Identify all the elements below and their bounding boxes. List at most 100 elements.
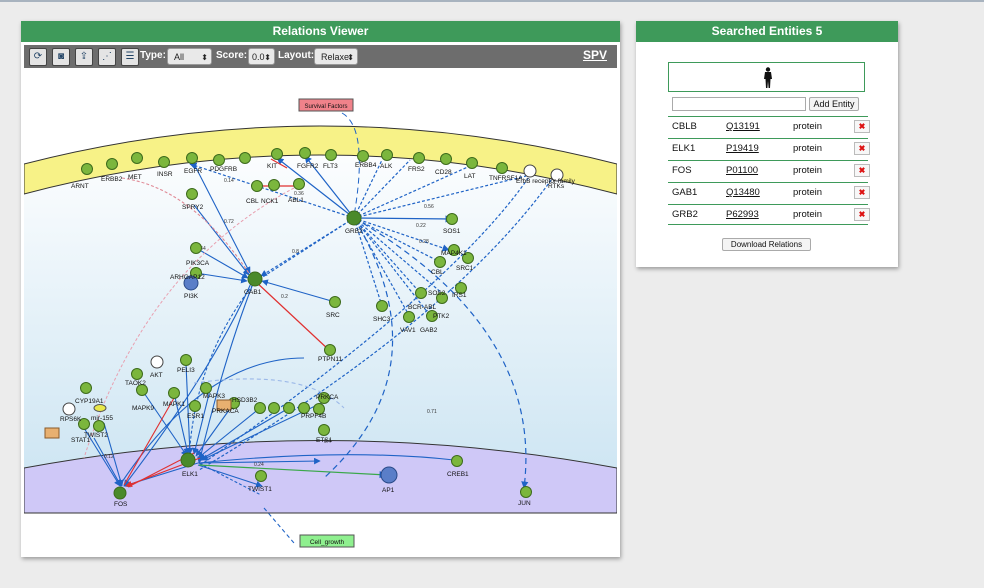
export-icon[interactable]: ⇪ — [75, 48, 93, 66]
twist1-node — [255, 470, 267, 482]
camera-icon[interactable]: ◙ — [52, 48, 70, 66]
svg-text:mir-155: mir-155 — [91, 415, 113, 422]
person-icon — [764, 67, 772, 88]
delete-icon[interactable]: ✖ — [854, 208, 870, 221]
svg-text:0.72: 0.72 — [224, 219, 234, 225]
fos-node — [113, 486, 127, 500]
svg-text:0.8: 0.8 — [292, 249, 299, 255]
svg-text:HSD3B2: HSD3B2 — [232, 397, 258, 404]
sos2-node — [415, 287, 427, 299]
cell-growth-label: Cell_growth — [310, 539, 345, 546]
entity-row: CBLB Q13191 protein ✖ — [668, 116, 870, 138]
src-node — [329, 296, 341, 308]
svg-text:MAPK9: MAPK9 — [132, 405, 154, 412]
mapk-extra2-node — [283, 402, 295, 414]
svg-text:RTKs: RTKs — [548, 183, 565, 190]
searched-entities-title: Searched Entities 5 — [636, 21, 898, 42]
svg-text:PIK3CA: PIK3CA — [186, 260, 210, 267]
entity-accession-link[interactable]: P62993 — [726, 209, 759, 220]
spry2-node — [186, 188, 198, 200]
svg-text:CD28: CD28 — [435, 169, 452, 176]
nck1-node — [268, 179, 280, 191]
entity-name: CBLB — [672, 121, 697, 132]
abl1-node — [293, 178, 305, 190]
svg-text:CBL: CBL — [246, 198, 259, 205]
layout-select-value: Relaxe — [321, 52, 350, 62]
svg-text:ARNT: ARNT — [71, 183, 89, 190]
legend-icon[interactable]: ☰ — [121, 48, 139, 66]
entity-type: protein — [793, 143, 823, 154]
svg-text:0.14: 0.14 — [224, 178, 234, 184]
svg-text:SHC3: SHC3 — [373, 316, 391, 323]
window-top-border — [0, 0, 984, 2]
prkca-node — [254, 402, 266, 414]
type-select[interactable]: All ⬍ — [167, 48, 212, 65]
svg-text:PRKACA: PRKACA — [212, 408, 239, 415]
svg-text:GAB2: GAB2 — [420, 327, 438, 334]
table-bottom-border — [668, 224, 868, 225]
kit-node — [239, 152, 251, 164]
cd28-node — [440, 153, 452, 165]
cbl2-node — [434, 256, 446, 268]
layout-select[interactable]: Relaxe ⬍ — [314, 48, 358, 65]
entity-accession-link[interactable]: Q13480 — [726, 187, 760, 198]
entity-type: protein — [793, 165, 823, 176]
entity-accession-link[interactable]: Q13191 — [726, 121, 760, 132]
body-map-box[interactable] — [668, 62, 865, 92]
svg-text:JUN: JUN — [518, 500, 531, 507]
svg-text:ErbB receptor family: ErbB receptor family — [516, 178, 576, 185]
frs2-node — [413, 152, 425, 164]
erbb2-node — [106, 158, 118, 170]
viewer-toolbar: ⟳ ◙ ⇪ ⋰ ☰ Type: All ⬍ Score: 0.0 ⬍ Layou… — [24, 45, 617, 68]
delete-icon[interactable]: ✖ — [854, 142, 870, 155]
delete-icon[interactable]: ✖ — [854, 186, 870, 199]
entity-search-input[interactable] — [672, 97, 806, 111]
spv-link[interactable]: SPV — [583, 48, 607, 62]
entity-accession-link[interactable]: P19419 — [726, 143, 759, 154]
entity-row: GAB1 Q13480 protein ✖ — [668, 182, 870, 204]
searched-entities-panel: Searched Entities 5 Add Entity CBLB Q131… — [636, 21, 898, 267]
gab1-node — [247, 271, 263, 287]
sos1-node — [446, 213, 458, 225]
akt-node — [150, 355, 164, 369]
entity-type: protein — [793, 121, 823, 132]
delete-icon[interactable]: ✖ — [854, 164, 870, 177]
svg-text:SOS1: SOS1 — [443, 228, 461, 235]
svg-text:EGFR: EGFR — [184, 168, 202, 175]
relations-graph[interactable]: 0.14 0.72 0.8 0.2 0.4 0.56 0.28 0.24 0.1… — [24, 68, 617, 554]
cbl-node — [251, 180, 263, 192]
svg-text:PRPF4B: PRPF4B — [301, 413, 326, 420]
entity-accession-link[interactable]: P01100 — [726, 165, 758, 176]
svg-text:AP1: AP1 — [382, 487, 395, 494]
entity-name: FOS — [672, 165, 692, 176]
score-select[interactable]: 0.0 ⬍ — [248, 48, 275, 65]
svg-text:STAT1: STAT1 — [71, 437, 91, 444]
refresh-icon[interactable]: ⟳ — [29, 48, 47, 66]
alk-node — [381, 149, 393, 161]
svg-text:LAT: LAT — [464, 173, 475, 180]
svg-text:SRC1: SRC1 — [456, 265, 474, 272]
entity-row: GRB2 P62993 protein ✖ — [668, 204, 870, 226]
svg-text:SOS2: SOS2 — [428, 290, 446, 297]
entity-name: ELK1 — [672, 143, 696, 154]
jun-node — [520, 486, 532, 498]
ets1-node — [318, 424, 330, 436]
svg-text:MAPK3: MAPK3 — [203, 393, 225, 400]
kit2-node — [271, 148, 283, 160]
delete-icon[interactable]: ✖ — [854, 120, 870, 133]
svg-text:PI3K: PI3K — [184, 293, 199, 300]
svg-text:ARHGAP12: ARHGAP12 — [170, 274, 205, 281]
entity-type: protein — [793, 209, 823, 220]
svg-text:0.22: 0.22 — [416, 223, 426, 229]
stat1-node — [93, 420, 105, 432]
svg-text:RPS6K: RPS6K — [60, 416, 82, 423]
mir-155-node — [93, 404, 107, 412]
entity-row: ELK1 P19419 protein ✖ — [668, 138, 870, 160]
network-icon[interactable]: ⋰ — [98, 48, 116, 66]
add-entity-button[interactable]: Add Entity — [809, 97, 859, 111]
download-relations-button[interactable]: Download Relations — [722, 238, 811, 251]
erbb4-node — [357, 150, 369, 162]
svg-text:ETS1: ETS1 — [316, 437, 333, 444]
met-node — [131, 152, 143, 164]
svg-text:TWIST1: TWIST1 — [248, 486, 272, 493]
